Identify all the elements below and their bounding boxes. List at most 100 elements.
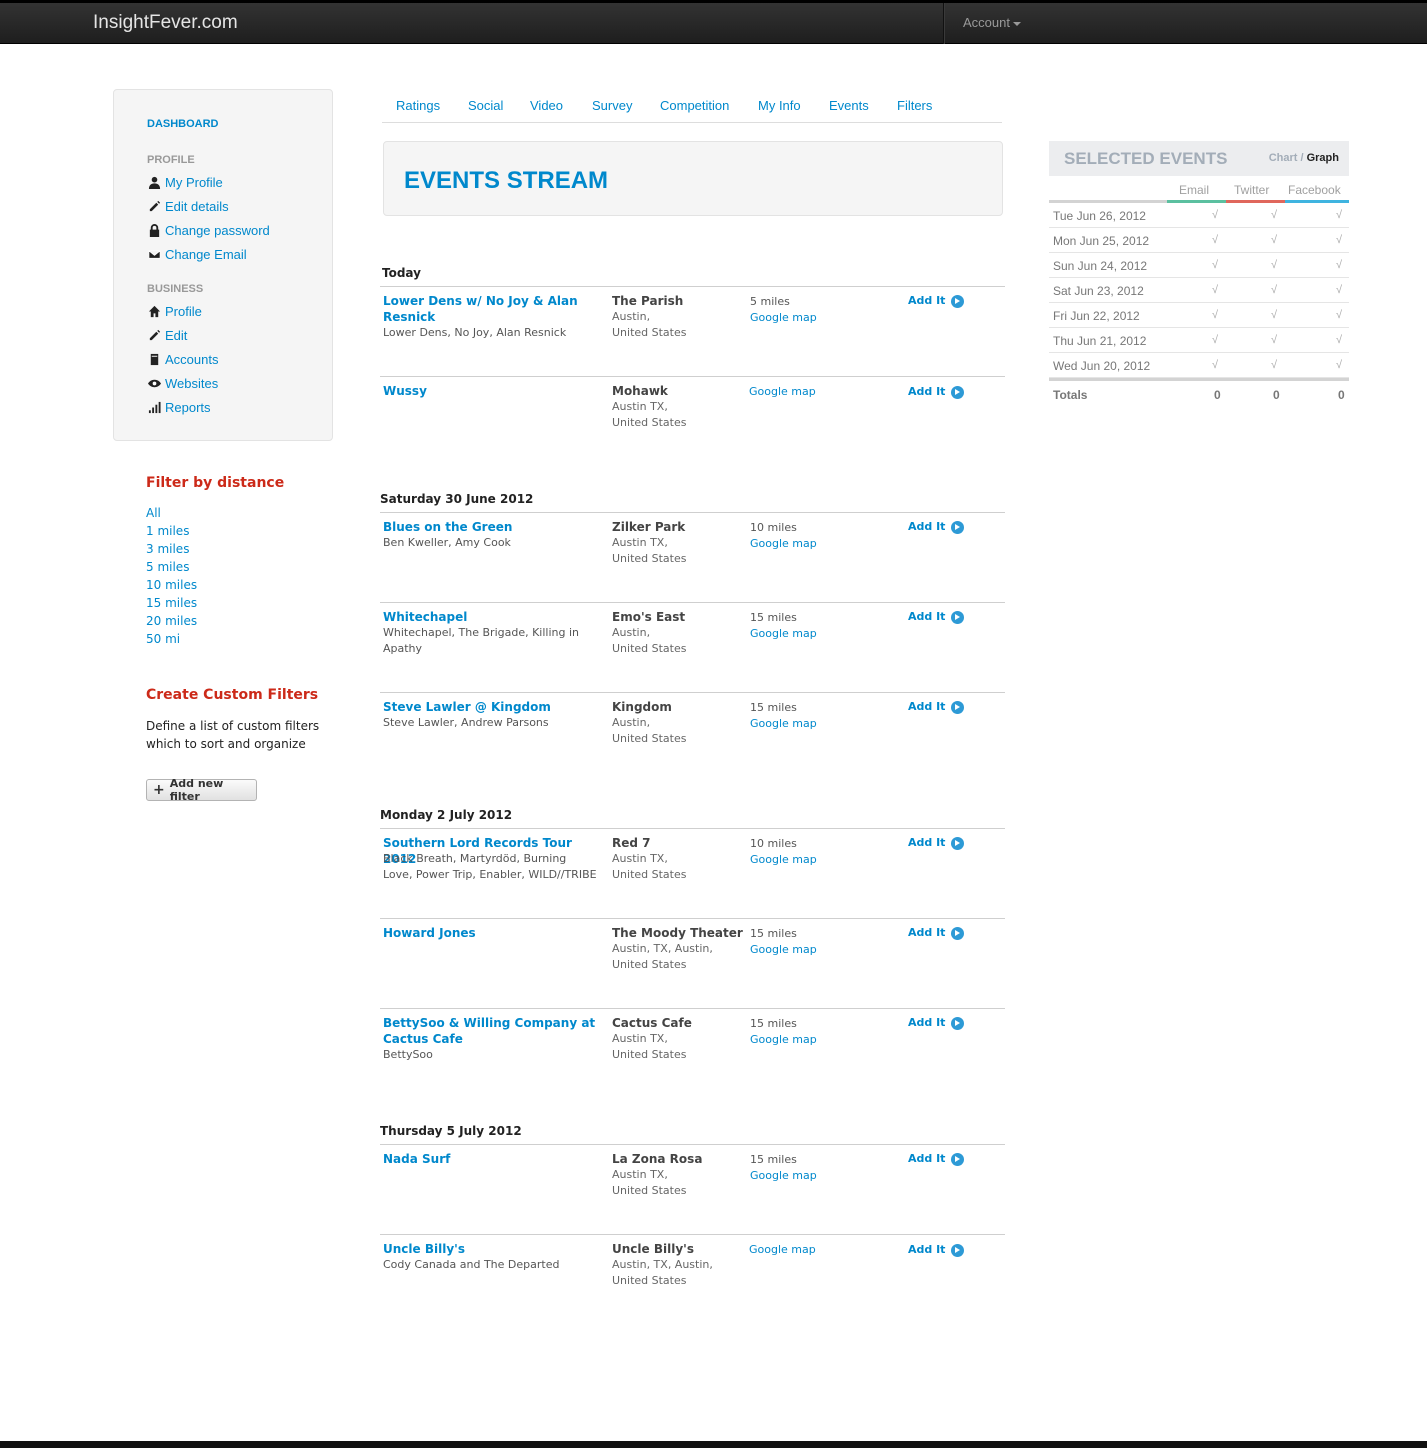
tab-ratings[interactable]: Ratings (396, 98, 440, 113)
graph-toggle[interactable]: Graph (1307, 152, 1339, 164)
checkmark-icon[interactable]: √ (1336, 284, 1342, 296)
distance-filter-link[interactable]: 15 miles (146, 596, 197, 610)
event-distance: 15 miles (750, 611, 797, 624)
sidebar-item-change-password[interactable]: Change password (147, 223, 270, 238)
checkmark-icon[interactable]: √ (1336, 259, 1342, 271)
add-it-button[interactable]: Add It (908, 1242, 965, 1258)
brand-logo[interactable]: InsightFever.com (93, 12, 238, 34)
column-header-email: Email (1179, 183, 1210, 197)
checkmark-icon[interactable]: √ (1271, 209, 1277, 221)
sidebar-item-my-profile[interactable]: My Profile (147, 175, 223, 190)
sidebar-item-accounts[interactable]: Accounts (147, 352, 218, 367)
add-it-button[interactable]: Add It (908, 609, 965, 625)
bottom-bar (0, 1441, 1427, 1448)
add-it-button[interactable]: Add It (908, 835, 965, 851)
checkmark-icon[interactable]: √ (1212, 234, 1218, 246)
google-map-link[interactable]: Google map (749, 384, 816, 400)
event-title-link[interactable]: Steve Lawler @ Kingdom (383, 699, 598, 715)
google-map-link[interactable]: Google map (750, 942, 817, 958)
sidebar-item-profile[interactable]: Profile (147, 304, 202, 319)
checkmark-icon[interactable]: √ (1212, 209, 1218, 221)
google-map-link[interactable]: Google map (750, 716, 817, 732)
sidebar-item-websites[interactable]: Websites (147, 376, 218, 391)
google-map-link[interactable]: Google map (750, 310, 817, 326)
add-it-button[interactable]: Add It (908, 1151, 965, 1167)
account-menu[interactable]: Account (963, 15, 1021, 30)
tab-my-info[interactable]: My Info (758, 98, 801, 113)
distance-filter-link[interactable]: 5 miles (146, 560, 189, 574)
event-row: Steve Lawler @ Kingdom Steve Lawler, Andr… (383, 699, 1005, 779)
checkmark-icon[interactable]: √ (1212, 309, 1218, 321)
google-map-link[interactable]: Google map (750, 626, 817, 642)
add-it-button[interactable]: Add It (908, 1015, 965, 1031)
distance-filter-link[interactable]: 10 miles (146, 578, 197, 592)
distance-filter-link[interactable]: 1 miles (146, 524, 189, 538)
google-map-link[interactable]: Google map (750, 536, 817, 552)
event-title-link[interactable]: Blues on the Green (383, 519, 598, 535)
checkmark-icon[interactable]: √ (1336, 359, 1342, 371)
sidebar-item-edit-details[interactable]: Edit details (147, 199, 229, 214)
tab-survey[interactable]: Survey (592, 98, 632, 113)
selected-event-row: Thu Jun 21, 2012 √ √ √ (1049, 328, 1349, 353)
checkmark-icon[interactable]: √ (1212, 259, 1218, 271)
arrow-circle-right-icon (951, 1243, 965, 1257)
tab-competition[interactable]: Competition (660, 98, 729, 113)
checkmark-icon[interactable]: √ (1212, 334, 1218, 346)
selected-event-date: Fri Jun 22, 2012 (1053, 309, 1140, 323)
checkmark-icon[interactable]: √ (1271, 259, 1277, 271)
checkmark-icon[interactable]: √ (1271, 234, 1277, 246)
checkmark-icon[interactable]: √ (1271, 309, 1277, 321)
event-title-link[interactable]: Nada Surf (383, 1151, 598, 1167)
selected-event-date: Thu Jun 21, 2012 (1053, 334, 1147, 348)
distance-filter-link[interactable]: 20 miles (146, 614, 197, 628)
total-value: 0 (1273, 388, 1280, 402)
chart-toggle[interactable]: Chart / (1269, 152, 1304, 164)
checkmark-icon[interactable]: √ (1212, 359, 1218, 371)
google-map-link[interactable]: Google map (750, 1168, 817, 1184)
add-new-filter-button[interactable]: + Add new filter (146, 777, 257, 803)
event-divider (380, 918, 1005, 919)
book-icon (147, 353, 161, 367)
event-title-link[interactable]: Uncle Billy's (383, 1241, 598, 1257)
event-title-link[interactable]: Wussy (383, 383, 598, 399)
event-title-link[interactable]: Howard Jones (383, 925, 598, 941)
arrow-circle-right-icon (951, 294, 965, 308)
google-map-link[interactable]: Google map (749, 1242, 816, 1258)
checkmark-icon[interactable]: √ (1336, 234, 1342, 246)
tab-video[interactable]: Video (530, 98, 563, 113)
add-it-button[interactable]: Add It (908, 925, 965, 941)
tab-events[interactable]: Events (829, 98, 869, 113)
checkmark-icon[interactable]: √ (1336, 334, 1342, 346)
sidebar-item-reports[interactable]: Reports (147, 400, 211, 415)
google-map-link[interactable]: Google map (750, 1032, 817, 1048)
add-it-button[interactable]: Add It (908, 519, 965, 535)
event-divider (380, 1234, 1005, 1235)
total-value: 0 (1338, 388, 1345, 402)
distance-filter-link[interactable]: 3 miles (146, 542, 189, 556)
add-it-button[interactable]: Add It (908, 699, 965, 715)
checkmark-icon[interactable]: √ (1336, 209, 1342, 221)
event-title-link[interactable]: Lower Dens w/ No Joy & Alan Resnick (383, 293, 598, 325)
tab-social[interactable]: Social (468, 98, 503, 113)
checkmark-icon[interactable]: √ (1336, 309, 1342, 321)
event-title-link[interactable]: Whitechapel (383, 609, 598, 625)
checkmark-icon[interactable]: √ (1271, 334, 1277, 346)
arrow-circle-right-icon (951, 1016, 965, 1030)
selected-event-date: Tue Jun 26, 2012 (1053, 209, 1146, 223)
chart-graph-toggle[interactable]: Chart / Graph (1269, 152, 1339, 164)
add-it-button[interactable]: Add It (908, 384, 965, 400)
distance-filter-link[interactable]: All (146, 506, 161, 520)
sidebar-item-change-email[interactable]: Change Email (147, 247, 247, 262)
chevron-down-icon (1012, 21, 1021, 26)
tab-filters[interactable]: Filters (897, 98, 932, 113)
distance-filter-link[interactable]: 50 mi (146, 632, 180, 646)
sidebar-item-edit[interactable]: Edit (147, 328, 187, 343)
add-it-button[interactable]: Add It (908, 293, 965, 309)
checkmark-icon[interactable]: √ (1271, 284, 1277, 296)
event-title-link[interactable]: BettySoo & Willing Company at Cactus Caf… (383, 1015, 598, 1047)
google-map-link[interactable]: Google map (750, 852, 817, 868)
sidebar-item-dashboard[interactable]: DASHBOARD (147, 118, 219, 130)
checkmark-icon[interactable]: √ (1212, 284, 1218, 296)
checkmark-icon[interactable]: √ (1271, 359, 1277, 371)
add-it-label: Add It (908, 1016, 946, 1029)
